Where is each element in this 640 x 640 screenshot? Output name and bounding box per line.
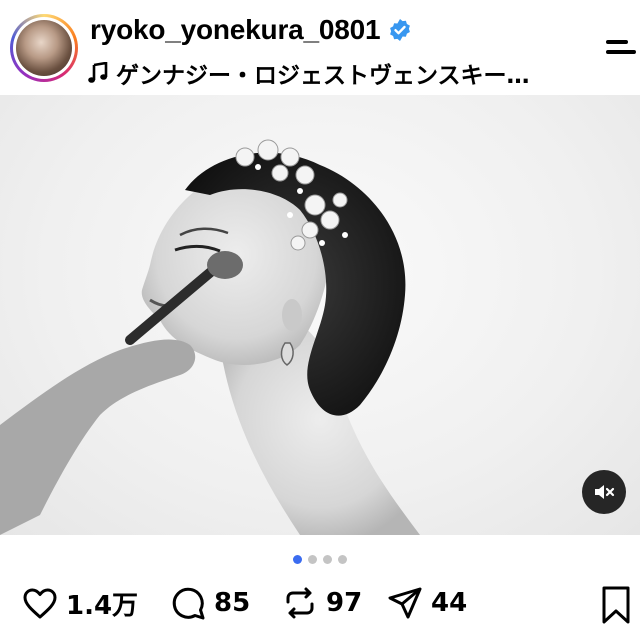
share-button[interactable]: 44 (387, 585, 467, 621)
repost-count: 97 (326, 588, 363, 618)
verified-badge-icon (390, 19, 411, 41)
action-bar: 1.4万 85 97 44 (0, 585, 640, 629)
carousel-dot (323, 555, 332, 564)
avatar[interactable] (10, 14, 78, 82)
post-photo[interactable] (0, 95, 640, 535)
carousel-dot-active (293, 555, 302, 564)
heart-icon (23, 588, 57, 618)
bookmark-icon (602, 586, 630, 624)
username[interactable]: ryoko_yonekura_0801 (90, 14, 381, 46)
share-count: 44 (431, 588, 468, 618)
audio-track[interactable]: ゲンナジー・ロジェストヴェンスキー… (88, 56, 530, 90)
send-icon (388, 587, 422, 619)
post-header: ryoko_yonekura_0801 ゲンナジー・ロジェストヴェンスキー… (0, 0, 640, 95)
comment-button[interactable]: 85 (170, 585, 250, 621)
username-row[interactable]: ryoko_yonekura_0801 (90, 14, 412, 46)
audio-track-label: ゲンナジー・ロジェストヴェンスキー… (116, 63, 530, 89)
carousel-dot (338, 555, 347, 564)
photo-illustration (0, 139, 420, 535)
comment-count: 85 (214, 588, 251, 618)
carousel-indicator (0, 555, 640, 567)
speaker-muted-icon (595, 485, 615, 499)
comment-icon (172, 587, 205, 620)
music-note-icon (88, 62, 108, 83)
repost-button[interactable]: 97 (282, 585, 362, 621)
mute-button[interactable] (582, 470, 626, 514)
carousel-dot (308, 555, 317, 564)
avatar-image (16, 20, 72, 76)
save-button[interactable] (598, 585, 634, 625)
like-button[interactable]: 1.4万 (22, 585, 138, 622)
menu-icon[interactable] (606, 40, 636, 64)
like-count: 1.4万 (66, 591, 139, 621)
repost-icon (286, 587, 314, 619)
